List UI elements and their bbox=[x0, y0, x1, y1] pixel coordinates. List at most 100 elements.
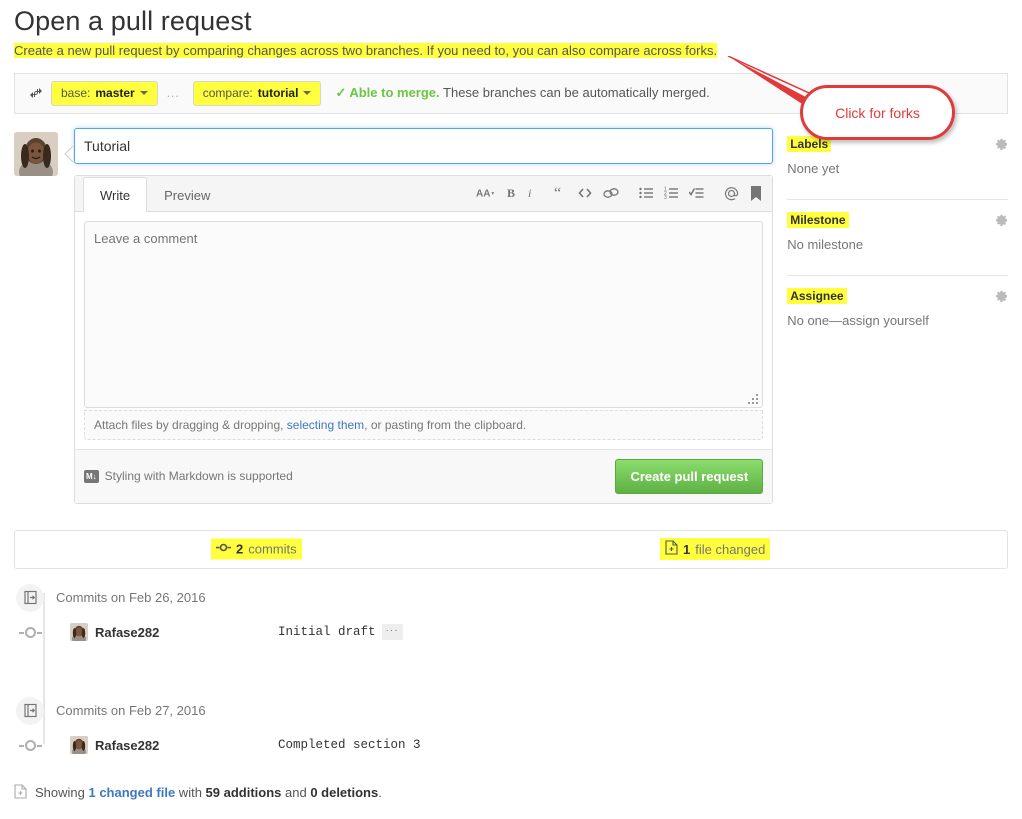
compare-branch-button[interactable]: compare: tutorial bbox=[192, 80, 322, 106]
task-list-icon[interactable] bbox=[689, 186, 704, 200]
base-branch-button[interactable]: base: master bbox=[51, 80, 158, 106]
commit-author-avatar[interactable] bbox=[70, 736, 88, 755]
merge-status-strong: Able to merge. bbox=[349, 85, 440, 101]
ordered-list-icon[interactable]: 1 2 3 bbox=[664, 186, 679, 201]
bold-icon[interactable]: B bbox=[507, 186, 516, 200]
page-subtitle: Create a new pull request by comparing c… bbox=[14, 43, 718, 58]
italic-icon[interactable]: i bbox=[527, 186, 534, 200]
page-title: Open a pull request bbox=[14, 6, 252, 36]
commit-message[interactable]: Initial draft bbox=[278, 625, 376, 639]
pr-sidebar: Labels None yet Milestone No milestone A… bbox=[773, 128, 1008, 504]
comment-textarea[interactable] bbox=[84, 220, 764, 408]
commit-dot-icon bbox=[16, 739, 44, 751]
file-diff-icon bbox=[14, 784, 27, 802]
markdown-note-text: Styling with Markdown is supported bbox=[104, 469, 293, 484]
commits-timeline: Commits on Feb 26, 2016 Rafase282 Initia… bbox=[14, 583, 1008, 762]
showing-text: Showing bbox=[35, 785, 89, 801]
commit-group: Commits on Feb 27, 2016 Rafase282 Comple… bbox=[14, 696, 1008, 762]
main-content: Write Preview AA bbox=[0, 114, 1022, 504]
commit-dot-icon bbox=[16, 626, 44, 638]
pr-title-input[interactable] bbox=[74, 127, 774, 164]
avatar-container bbox=[14, 128, 74, 504]
svg-text:B: B bbox=[507, 186, 515, 200]
labels-value: None yet bbox=[787, 160, 840, 176]
files-count: 1 bbox=[683, 541, 691, 557]
gear-icon[interactable] bbox=[994, 137, 1008, 151]
and-text: and bbox=[281, 785, 311, 801]
merge-status-text: These branches can be automatically merg… bbox=[443, 85, 710, 101]
commits-count: 2 bbox=[236, 541, 244, 557]
expand-commit-message-button[interactable]: ··· bbox=[381, 624, 403, 641]
saved-replies-icon[interactable] bbox=[750, 185, 762, 201]
sidebar-divider bbox=[787, 274, 1008, 276]
git-commit-group-icon bbox=[16, 583, 44, 612]
pull-request-page: Open a pull request Create a new pull re… bbox=[0, 0, 1022, 819]
tab-preview[interactable]: Preview bbox=[147, 177, 227, 212]
diff-summary: Showing 1 changed file with 59 additions… bbox=[14, 784, 1008, 802]
attach-text-before: Attach files by dragging & dropping, bbox=[94, 417, 287, 432]
code-icon[interactable] bbox=[578, 186, 592, 200]
milestone-title[interactable]: Milestone bbox=[787, 211, 849, 228]
tab-write[interactable]: Write bbox=[83, 176, 148, 212]
files-changed-tab[interactable]: 1 file changed bbox=[660, 538, 771, 561]
milestone-header: Milestone bbox=[787, 211, 1008, 228]
comment-textarea-wrap bbox=[84, 220, 764, 411]
base-branch-name: master bbox=[95, 86, 135, 101]
assignee-title[interactable]: Assignee bbox=[787, 287, 847, 304]
milestone-value: No milestone bbox=[787, 236, 864, 252]
file-diff-icon bbox=[665, 540, 678, 558]
markdown-icon: M↓ bbox=[84, 469, 99, 483]
period-text: . bbox=[378, 785, 382, 801]
markdown-support-note: M↓ Styling with Markdown is supported bbox=[84, 469, 293, 483]
forks-callout-text: Click for forks bbox=[835, 104, 920, 121]
commit-group: Commits on Feb 26, 2016 Rafase282 Initia… bbox=[14, 583, 1008, 649]
text-size-icon[interactable]: AA bbox=[476, 186, 496, 200]
git-compare-icon bbox=[25, 85, 47, 101]
sidebar-section-assignee: Assignee No one—assign yourself bbox=[787, 287, 1008, 338]
compare-branch-prefix: compare: bbox=[202, 86, 253, 101]
gear-icon[interactable] bbox=[994, 213, 1008, 227]
commit-row: Rafase282 Initial draft ··· bbox=[14, 616, 1008, 649]
mention-icon[interactable] bbox=[724, 186, 739, 201]
forks-callout: Click for forks bbox=[800, 85, 955, 140]
toolbar-group-text: AA B i bbox=[476, 186, 534, 200]
page-subtitle-row: Create a new pull request by comparing c… bbox=[0, 37, 1022, 61]
commit-message-wrap: Completed section 3 bbox=[278, 738, 421, 752]
assignee-header: Assignee bbox=[787, 287, 1008, 304]
git-commit-icon bbox=[216, 541, 231, 558]
chevron-down-icon bbox=[139, 91, 148, 96]
compare-branch-name: tutorial bbox=[257, 86, 299, 101]
gear-icon[interactable] bbox=[994, 289, 1008, 303]
markdown-toolbar: AA B i “ 1 2 3 bbox=[476, 176, 772, 211]
commit-message-wrap: Initial draft ··· bbox=[278, 624, 403, 641]
toolbar-group-extras bbox=[724, 185, 762, 201]
commits-files-bar: 2 commits 1 file changed bbox=[14, 529, 1008, 569]
changed-file-link[interactable]: 1 changed file bbox=[88, 785, 175, 800]
avatar[interactable] bbox=[14, 131, 58, 176]
link-icon[interactable] bbox=[603, 186, 619, 200]
comment-tabbar: Write Preview AA B i “ 1 2 3 bbox=[75, 175, 773, 212]
additions-count: 59 additions bbox=[205, 785, 282, 801]
quote-icon[interactable]: “ bbox=[554, 186, 567, 200]
commit-author-name[interactable]: Rafase282 bbox=[95, 625, 159, 640]
commit-author-name[interactable]: Rafase282 bbox=[95, 738, 159, 753]
commit-group-header: Commits on Feb 26, 2016 bbox=[14, 583, 1008, 613]
select-files-link[interactable]: selecting them bbox=[287, 418, 364, 432]
commits-tab[interactable]: 2 commits bbox=[211, 538, 302, 560]
commit-row: Rafase282 Completed section 3 bbox=[14, 729, 1008, 762]
commit-group-header: Commits on Feb 27, 2016 bbox=[14, 696, 1008, 726]
commit-message[interactable]: Completed section 3 bbox=[278, 738, 421, 752]
unordered-list-icon[interactable] bbox=[639, 186, 654, 200]
check-icon: ✓ bbox=[335, 85, 347, 101]
sidebar-section-labels: Labels None yet bbox=[787, 135, 1008, 186]
commit-author-avatar[interactable] bbox=[70, 623, 88, 642]
compare-separator: ... bbox=[166, 86, 180, 101]
comment-footer: M↓ Styling with Markdown is supported Cr… bbox=[75, 448, 773, 503]
base-branch-prefix: base: bbox=[61, 86, 91, 101]
sidebar-section-milestone: Milestone No milestone bbox=[787, 211, 1008, 262]
files-label: file changed bbox=[695, 541, 766, 557]
create-pull-request-button[interactable]: Create pull request bbox=[615, 458, 764, 494]
svg-text:3: 3 bbox=[664, 196, 667, 201]
comment-pointer-icon bbox=[64, 145, 74, 163]
pr-form-column: Write Preview AA bbox=[14, 127, 774, 504]
